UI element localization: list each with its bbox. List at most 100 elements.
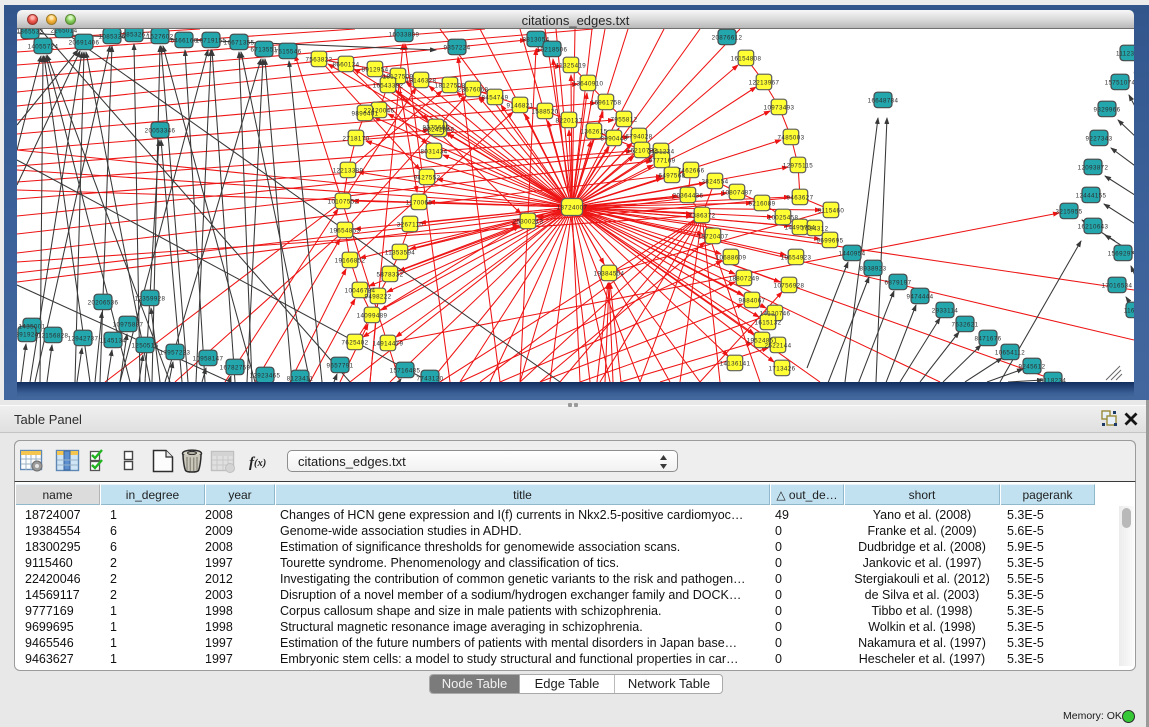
- svg-text:10654112: 10654112: [995, 350, 1025, 357]
- svg-text:20876612: 20876612: [712, 35, 743, 42]
- svg-text:12359928: 12359928: [135, 296, 166, 303]
- svg-text:1170065: 1170065: [406, 200, 433, 207]
- svg-text:19384554: 19384554: [594, 271, 625, 278]
- svg-text:17957223: 17957223: [160, 350, 191, 357]
- svg-text:14055724: 14055724: [28, 44, 59, 51]
- svg-text:9474444: 9474444: [907, 294, 934, 301]
- svg-text:1615132: 1615132: [755, 320, 782, 327]
- svg-text:12156828: 12156828: [38, 333, 69, 340]
- svg-text:391924: 391924: [17, 332, 39, 339]
- svg-text:7955812: 7955812: [611, 117, 638, 124]
- svg-text:19654923: 19654923: [781, 255, 812, 262]
- svg-text:9146821: 9146821: [507, 103, 534, 110]
- svg-text:18807249: 18807249: [729, 276, 760, 283]
- svg-text:14136141: 14136141: [720, 361, 751, 368]
- svg-text:8813054: 8813054: [523, 37, 550, 44]
- svg-text:9699695: 9699695: [817, 238, 844, 245]
- svg-text:23676068: 23676068: [458, 87, 489, 94]
- svg-text:7386372: 7386372: [689, 213, 716, 220]
- svg-text:7485003: 7485003: [778, 135, 805, 142]
- svg-text:12942737: 12942737: [68, 336, 99, 343]
- svg-text:9896401: 9896401: [352, 111, 379, 118]
- svg-text:20206536: 20206536: [88, 300, 119, 307]
- svg-text:2718170: 2718170: [343, 136, 370, 143]
- svg-text:15751074: 15751074: [1105, 80, 1134, 87]
- svg-text:8471676: 8471676: [975, 336, 1002, 343]
- svg-text:12213389: 12213389: [333, 168, 364, 175]
- svg-text:9657791: 9657791: [327, 363, 354, 370]
- svg-text:16648784: 16648784: [868, 98, 899, 105]
- svg-text:11325419: 11325419: [556, 63, 586, 70]
- svg-text:9245612: 9245612: [1019, 364, 1046, 371]
- svg-text:20364436: 20364436: [673, 193, 704, 200]
- svg-text:7632621: 7632621: [952, 322, 979, 329]
- svg-text:1362615: 1362615: [581, 129, 608, 136]
- svg-text:13640910: 13640910: [573, 81, 604, 88]
- svg-text:3824554: 3824554: [702, 179, 729, 186]
- svg-text:1145134: 1145134: [100, 338, 127, 345]
- svg-text:16543382: 16543382: [373, 83, 404, 90]
- svg-text:10107552: 10107552: [328, 199, 359, 206]
- svg-text:(x): (x): [254, 458, 266, 469]
- svg-text:19218506: 19218506: [537, 47, 568, 54]
- svg-text:3215955: 3215955: [1056, 209, 1083, 216]
- svg-text:7625402: 7625402: [342, 340, 369, 347]
- svg-text:25300213: 25300213: [513, 219, 544, 226]
- svg-text:10975887: 10975887: [113, 322, 144, 329]
- svg-text:15720407: 15720407: [698, 234, 729, 241]
- svg-text:2933114: 2933114: [932, 308, 959, 315]
- svg-text:10973493: 10973493: [764, 105, 795, 112]
- svg-text:10025458: 10025458: [768, 215, 799, 222]
- svg-text:17016534: 17016534: [1102, 283, 1133, 290]
- svg-text:1112345: 1112345: [1116, 51, 1134, 58]
- svg-text:1250515: 1250515: [132, 343, 159, 350]
- svg-text:18146328: 18146328: [406, 78, 437, 85]
- svg-text:6216089: 6216089: [749, 201, 776, 208]
- svg-text:9357224: 9357224: [444, 45, 471, 52]
- svg-text:7584312: 7584312: [802, 226, 829, 233]
- svg-text:16210643: 16210643: [1078, 224, 1109, 231]
- svg-text:1588520: 1588520: [532, 109, 559, 116]
- svg-text:11353594: 11353594: [385, 250, 415, 257]
- svg-text:8375685: 8375685: [423, 125, 450, 132]
- svg-text:8660124: 8660124: [333, 62, 360, 69]
- svg-text:8454749: 8454749: [482, 95, 509, 102]
- svg-text:9463627: 9463627: [787, 195, 814, 202]
- svg-text:12213967: 12213967: [749, 80, 780, 87]
- svg-text:14099489: 14099489: [357, 313, 388, 320]
- svg-text:9884067: 9884067: [739, 298, 766, 305]
- svg-text:10958147: 10958147: [193, 356, 224, 363]
- svg-text:10756928: 10756928: [774, 283, 805, 290]
- svg-text:7515546: 7515546: [275, 49, 302, 56]
- svg-text:7462666: 7462666: [678, 168, 705, 175]
- svg-text:9498222: 9498222: [365, 294, 392, 301]
- svg-text:12093872: 12093872: [1078, 165, 1109, 172]
- svg-text:9329966: 9329966: [1094, 107, 1121, 114]
- svg-text:1713426: 1713426: [769, 366, 796, 373]
- svg-text:16033809: 16033809: [389, 32, 420, 39]
- svg-text:15716485: 15716485: [390, 368, 421, 375]
- svg-text:20691406: 20691406: [69, 40, 100, 47]
- svg-text:9227343: 9227343: [1086, 136, 1113, 143]
- svg-text:5878332: 5878332: [377, 272, 404, 279]
- svg-text:1440954: 1440954: [839, 251, 866, 258]
- svg-text:12923465: 12923465: [250, 373, 281, 380]
- svg-text:10807487: 10807487: [722, 190, 753, 197]
- svg-text:2451234: 2451234: [648, 149, 675, 156]
- svg-text:16671355: 16671355: [224, 40, 255, 47]
- svg-text:18724007: 18724007: [557, 205, 588, 212]
- svg-text:20053346: 20053346: [145, 128, 176, 135]
- svg-text:8938923: 8938923: [860, 266, 887, 273]
- svg-text:10719155: 10719155: [196, 38, 227, 45]
- svg-text:14914479: 14914479: [373, 341, 404, 348]
- svg-text:7563822: 7563822: [306, 57, 333, 64]
- svg-text:6794028: 6794028: [626, 134, 653, 141]
- svg-text:16154808: 16154808: [731, 56, 762, 63]
- svg-text:1435001: 1435001: [19, 324, 46, 331]
- svg-text:12975115: 12975115: [783, 163, 813, 170]
- svg-text:8031434: 8031434: [421, 149, 448, 156]
- svg-text:8990443: 8990443: [601, 136, 628, 143]
- svg-text:9115460: 9115460: [818, 208, 845, 215]
- svg-text:19654853: 19654853: [330, 228, 361, 235]
- svg-text:8912954: 8912954: [362, 67, 389, 74]
